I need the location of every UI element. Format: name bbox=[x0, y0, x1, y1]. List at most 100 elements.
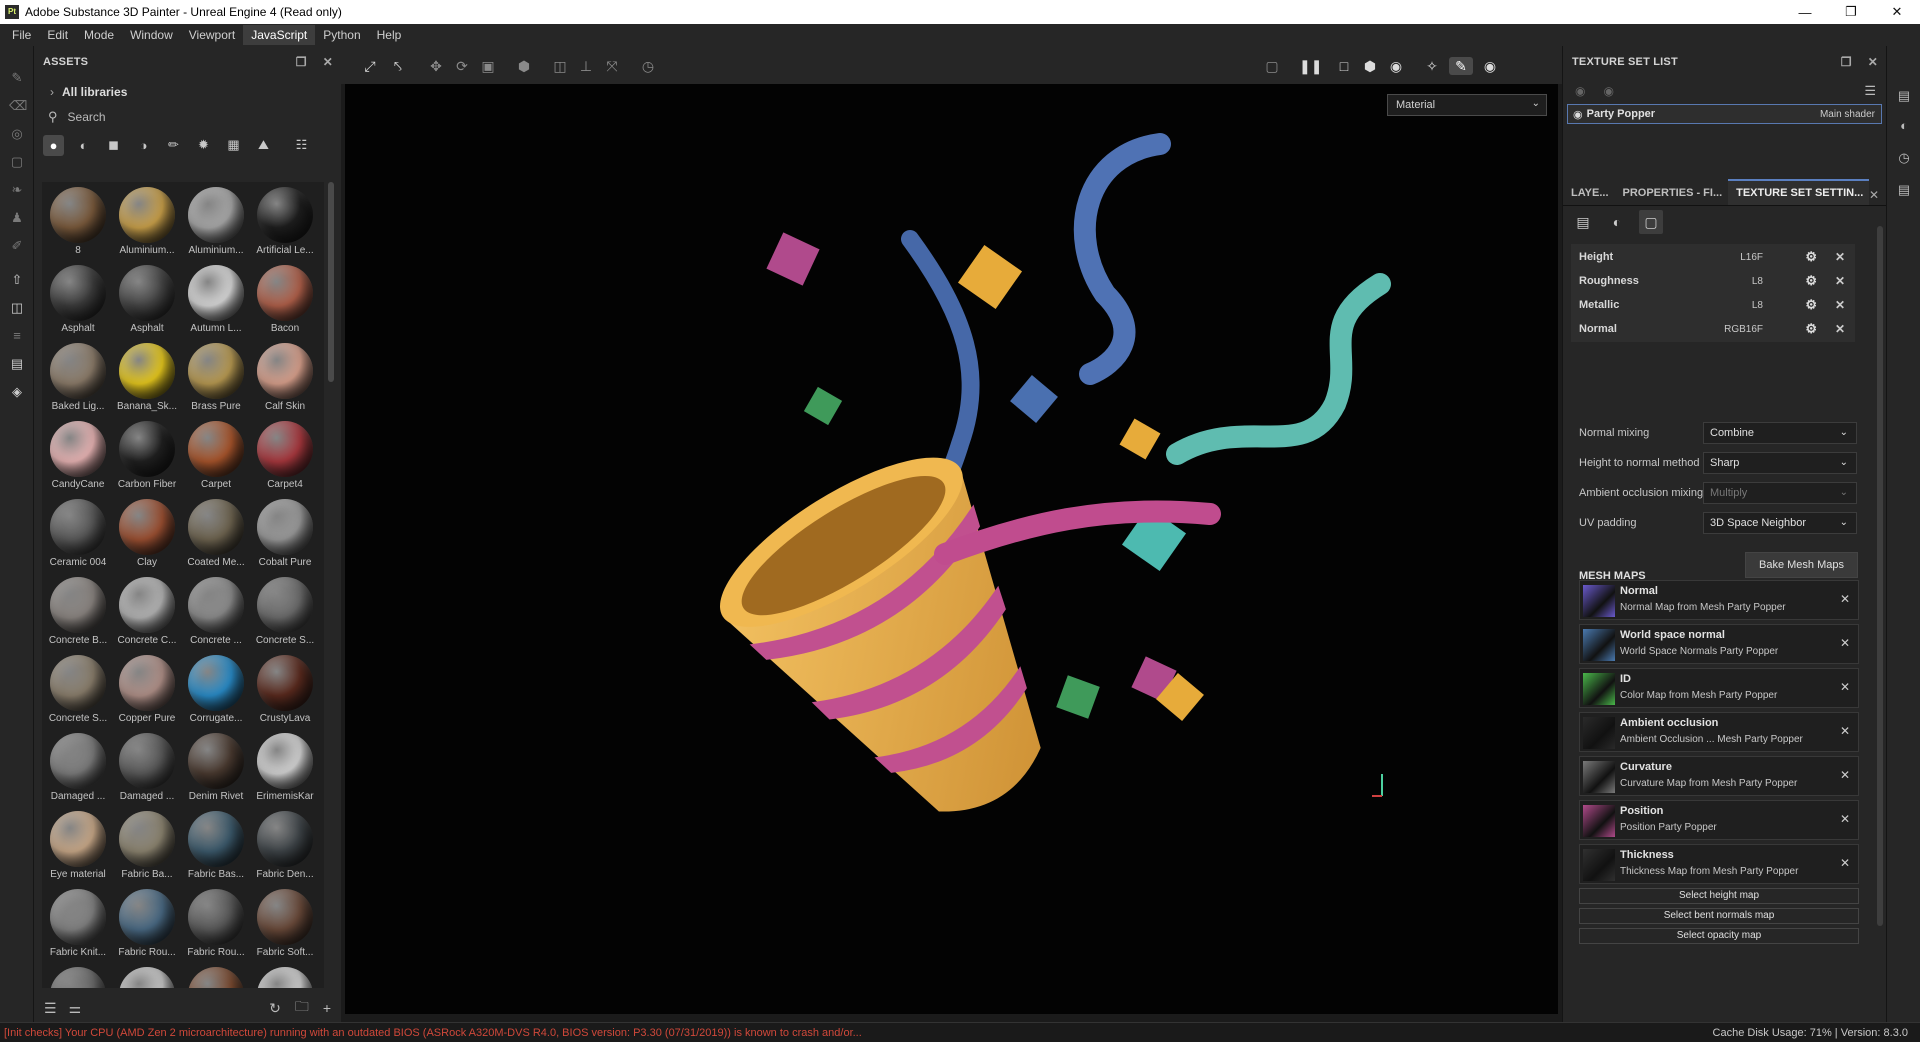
texture-set-settings-icon[interactable]: ▤ bbox=[1571, 210, 1595, 234]
pause-icon[interactable]: ❚❚ bbox=[1299, 57, 1322, 75]
menu-viewport[interactable]: Viewport bbox=[181, 25, 243, 45]
close-icon[interactable]: ✕ bbox=[1835, 274, 1845, 288]
asset-item[interactable]: Damaged ... bbox=[113, 730, 181, 808]
asset-item[interactable]: Corrugate... bbox=[182, 652, 250, 730]
asset-item[interactable]: CrustyLava bbox=[251, 652, 319, 730]
close-icon[interactable]: ✕ bbox=[1840, 724, 1850, 738]
textures-filter-icon[interactable]: ▦ bbox=[223, 135, 244, 156]
export-icon[interactable]: ⇧ bbox=[9, 272, 25, 288]
shader-icon[interactable]: ◐ bbox=[1605, 210, 1629, 234]
mesh-map-slot[interactable]: World space normal World Space Normals Pa… bbox=[1579, 624, 1859, 664]
setting-dropdown[interactable]: Combine ⌄ bbox=[1703, 422, 1857, 444]
asset-item[interactable] bbox=[251, 964, 319, 988]
asset-item[interactable]: Coated Me... bbox=[182, 496, 250, 574]
log-icon[interactable]: ▤ bbox=[1896, 182, 1912, 198]
mesh-map-slot[interactable]: Thickness Thickness Map from Mesh Party P… bbox=[1579, 844, 1859, 884]
close-icon[interactable]: ✕ bbox=[1869, 188, 1879, 202]
menu-python[interactable]: Python bbox=[315, 25, 368, 45]
asset-item[interactable]: Bacon bbox=[251, 262, 319, 340]
asset-item[interactable]: 8 bbox=[44, 184, 112, 262]
minimize-icon[interactable]: — bbox=[1782, 0, 1828, 24]
asset-item[interactable]: Concrete S... bbox=[44, 652, 112, 730]
asset-item[interactable]: Carpet bbox=[182, 418, 250, 496]
shader-name[interactable]: Main shader bbox=[1820, 109, 1875, 120]
alphas-filter-icon[interactable]: ✹ bbox=[193, 135, 214, 156]
menu-mode[interactable]: Mode bbox=[76, 25, 122, 45]
assets-scrollbar[interactable] bbox=[328, 182, 334, 382]
mesh-map-slot[interactable]: Curvature Curvature Map from Mesh Party P… bbox=[1579, 756, 1859, 796]
smart-materials-filter-icon[interactable]: ◐ bbox=[73, 135, 94, 156]
generators-filter-icon[interactable]: ◑ bbox=[133, 135, 154, 156]
folder-icon[interactable]: 🗀 bbox=[295, 996, 309, 1020]
refresh-icon[interactable]: ↻ bbox=[269, 1000, 281, 1017]
tab-0[interactable]: LAYE... bbox=[1563, 179, 1615, 205]
paint-brush-icon[interactable]: ✎ bbox=[9, 70, 25, 86]
asset-item[interactable]: Fabric Rou... bbox=[113, 886, 181, 964]
gear-icon[interactable]: ⚙ bbox=[1805, 273, 1817, 289]
history-icon[interactable]: ◷ bbox=[639, 57, 657, 75]
close-icon[interactable]: ✕ bbox=[323, 55, 333, 69]
close-icon[interactable]: ✕ bbox=[1835, 250, 1845, 264]
asset-item[interactable]: Fabric Knit... bbox=[44, 886, 112, 964]
smudge-icon[interactable]: ❧ bbox=[9, 182, 25, 198]
texture-set-item[interactable]: ◉ Party Popper Main shader bbox=[1567, 104, 1882, 124]
transform-options-icon[interactable]: ⤣ bbox=[389, 57, 407, 75]
close-icon[interactable]: ✕ bbox=[1840, 856, 1850, 870]
asset-item[interactable] bbox=[182, 964, 250, 988]
lazy-mouse-icon[interactable]: ⤧ bbox=[603, 57, 621, 75]
maximize-icon[interactable]: ❐ bbox=[1828, 0, 1874, 24]
filter-list-icon[interactable]: ⚌ bbox=[69, 1000, 82, 1017]
status-error[interactable]: [Init checks] Your CPU (AMD Zen 2 microa… bbox=[0, 1027, 862, 1039]
asset-item[interactable]: Copper Pure bbox=[113, 652, 181, 730]
projection-icon[interactable]: ◎ bbox=[9, 126, 25, 142]
asset-item[interactable]: Carpet4 bbox=[251, 418, 319, 496]
close-icon[interactable]: ✕ bbox=[1835, 298, 1845, 312]
select-map-button[interactable]: Select height map bbox=[1579, 888, 1859, 904]
scale-icon[interactable]: ▣ bbox=[479, 57, 497, 75]
close-icon[interactable]: ✕ bbox=[1840, 636, 1850, 650]
menu-edit[interactable]: Edit bbox=[39, 25, 76, 45]
asset-item[interactable]: Ceramic 004 bbox=[44, 496, 112, 574]
color-picker-icon[interactable]: ✐ bbox=[9, 238, 25, 254]
menu-file[interactable]: File bbox=[4, 25, 39, 45]
menu-help[interactable]: Help bbox=[369, 25, 410, 45]
asset-item[interactable]: Banana_Sk... bbox=[113, 340, 181, 418]
channel-format[interactable]: L8 bbox=[1752, 300, 1763, 311]
materials-filter-icon[interactable]: ● bbox=[43, 134, 64, 156]
channel-format[interactable]: L8 bbox=[1752, 276, 1763, 287]
gear-icon[interactable]: ⚙ bbox=[1805, 249, 1817, 265]
asset-item[interactable]: Concrete B... bbox=[44, 574, 112, 652]
close-icon[interactable]: ✕ bbox=[1840, 592, 1850, 606]
object-icon[interactable]: ⬢ bbox=[515, 57, 533, 75]
asset-item[interactable]: Fabric Ba... bbox=[113, 808, 181, 886]
close-icon[interactable]: ✕ bbox=[1840, 768, 1850, 782]
asset-item[interactable]: Cobalt Pure bbox=[251, 496, 319, 574]
masks-filter-icon[interactable]: ◼ bbox=[103, 135, 124, 156]
align-icon[interactable]: ⊥ bbox=[577, 57, 595, 75]
close-icon[interactable]: ✕ bbox=[1840, 812, 1850, 826]
menu-window[interactable]: Window bbox=[122, 25, 181, 45]
symmetry-icon[interactable]: ◫ bbox=[551, 57, 569, 75]
asset-item[interactable]: Baked Lig... bbox=[44, 340, 112, 418]
eye-icon[interactable]: ◉ bbox=[1573, 108, 1583, 121]
asset-item[interactable]: Damaged ... bbox=[44, 730, 112, 808]
setting-dropdown[interactable]: 3D Space Neighbor ⌄ bbox=[1703, 512, 1857, 534]
bake-mesh-maps-button[interactable]: Bake Mesh Maps bbox=[1745, 552, 1858, 578]
polygon-fill-icon[interactable]: ▢ bbox=[9, 154, 25, 170]
list-view-icon[interactable]: ☰ bbox=[44, 1000, 57, 1017]
asset-item[interactable]: Brass Pure bbox=[182, 340, 250, 418]
asset-item[interactable]: Calf Skin bbox=[251, 340, 319, 418]
transform-icon[interactable]: ⤢ bbox=[361, 57, 379, 75]
panel-scrollbar[interactable] bbox=[1877, 226, 1883, 926]
menu-icon[interactable]: ☰ bbox=[1864, 83, 1876, 99]
asset-item[interactable]: Asphalt bbox=[113, 262, 181, 340]
asset-item[interactable]: Carbon Fiber bbox=[113, 418, 181, 496]
asset-item[interactable] bbox=[113, 964, 181, 988]
channel-format[interactable]: L16F bbox=[1740, 252, 1763, 263]
clone-icon[interactable]: ♟ bbox=[9, 210, 25, 226]
select-map-button[interactable]: Select bent normals map bbox=[1579, 908, 1859, 924]
brushes-filter-icon[interactable]: ✏ bbox=[163, 135, 184, 156]
eye-icon[interactable]: ◉ bbox=[1603, 84, 1613, 98]
undock-icon[interactable]: ❐ bbox=[296, 55, 307, 69]
shader-settings-icon[interactable]: ◐ bbox=[1896, 118, 1912, 134]
